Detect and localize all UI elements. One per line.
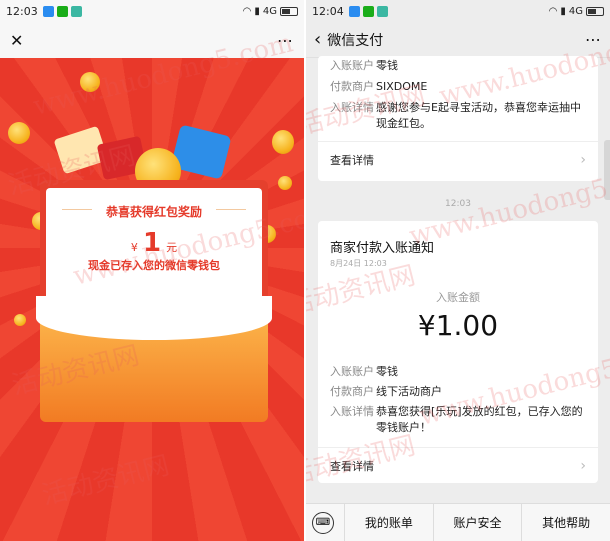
status-bar: 12:03 ◠ ▮ 4G [0, 0, 304, 22]
battery-icon [586, 6, 604, 16]
message-row: 入账账户 零钱 [330, 365, 398, 378]
coin-icon [80, 72, 100, 92]
message-row: 入账详情 感谢您参与E起寻宝活动，恭喜您幸运抽中现金红包。 [330, 101, 581, 130]
wechat-pay-chat: 12:04 ◠ ▮ 4G ‹ 微信支付 ⋯ 入账账户 零钱 付款商户 SIXDO… [306, 0, 610, 541]
page-title: 微信支付 [327, 32, 384, 49]
amount-label: 入账金额 [436, 291, 480, 304]
status-time: 12:03 [6, 4, 38, 18]
wechat-notification-icon [362, 5, 374, 17]
coin-icon [14, 314, 26, 326]
chevron-right-icon: › [580, 457, 586, 474]
menu-account-security[interactable]: 账户安全 [432, 503, 522, 541]
keyboard-icon[interactable]: ⌨ [312, 511, 334, 534]
app-notification-icon-2 [70, 5, 82, 17]
menu-other-help[interactable]: 其他帮助 [521, 503, 610, 541]
network-type: 4G [568, 5, 583, 17]
side-handle[interactable] [604, 140, 610, 200]
more-menu-icon[interactable]: ⋯ [277, 31, 294, 50]
signal-icon: ▮ [254, 5, 260, 17]
top-nav: ‹ 微信支付 ⋯ [306, 22, 610, 58]
app-notification-icon-2 [376, 5, 388, 17]
payment-message: 入账账户 零钱 付款商户 SIXDOME 入账详情 感谢您参与E起寻宝活动，恭喜… [318, 56, 598, 181]
reward-title: 恭喜获得红包奖励 [105, 205, 202, 219]
red-packet-screen: 12:03 ◠ ▮ 4G ✕ ⋯ 恭喜获得红包奖励 ¥ 1 元 现金已存入您的微… [0, 0, 304, 541]
view-details-link[interactable]: 查看详情 › [318, 141, 598, 177]
app-notification-icon [42, 5, 54, 17]
notice-date: 8月24日 12:03 [330, 259, 387, 268]
service-menu-bar: ⌨ 我的账单 账户安全 其他帮助 [306, 503, 610, 541]
top-nav: ✕ ⋯ [0, 22, 304, 58]
status-time: 12:04 [312, 4, 344, 18]
wifi-icon: ◠ [242, 5, 252, 17]
message-row: 入账详情 恭喜您获得[乐玩]发放的红包，已存入您的零钱账户！ [330, 405, 583, 434]
coin-icon [278, 176, 292, 190]
close-icon[interactable]: ✕ [10, 31, 23, 50]
currency-symbol: ¥ [130, 241, 138, 254]
wechat-notification-icon [56, 5, 68, 17]
coin-icon [272, 130, 294, 154]
view-details-link[interactable]: 查看详情 › [318, 447, 598, 483]
amount-unit: 元 [166, 241, 178, 254]
message-row: 付款商户 SIXDOME [330, 80, 428, 93]
status-bar: 12:04 ◠ ▮ 4G [306, 0, 610, 22]
back-icon[interactable]: ‹ [314, 29, 321, 50]
battery-icon [280, 6, 298, 16]
notice-title: 商家付款入账通知 [330, 241, 435, 256]
network-type: 4G [262, 5, 277, 17]
message-timestamp: 12:03 [445, 199, 471, 209]
chevron-right-icon: › [580, 151, 586, 168]
app-notification-icon [348, 5, 360, 17]
signal-icon: ▮ [560, 5, 566, 17]
message-row: 付款商户 线下活动商户 [330, 385, 442, 398]
payment-message: 商家付款入账通知 8月24日 12:03 入账金额 ¥1.00 入账账户 零钱 … [318, 221, 598, 483]
menu-my-bills[interactable]: 我的账单 [344, 503, 433, 541]
reward-subtitle: 现金已存入您的微信零钱包 [88, 259, 220, 272]
amount-value: 1 [142, 228, 162, 258]
amount-value: ¥1.00 [417, 309, 499, 342]
message-row: 入账账户 零钱 [330, 59, 398, 72]
reward-amount: ¥ 1 元 [46, 228, 262, 258]
wifi-icon: ◠ [548, 5, 558, 17]
more-menu-icon[interactable]: ⋯ [585, 30, 602, 49]
pocket-curve [36, 296, 272, 340]
coin-icon [8, 122, 30, 144]
